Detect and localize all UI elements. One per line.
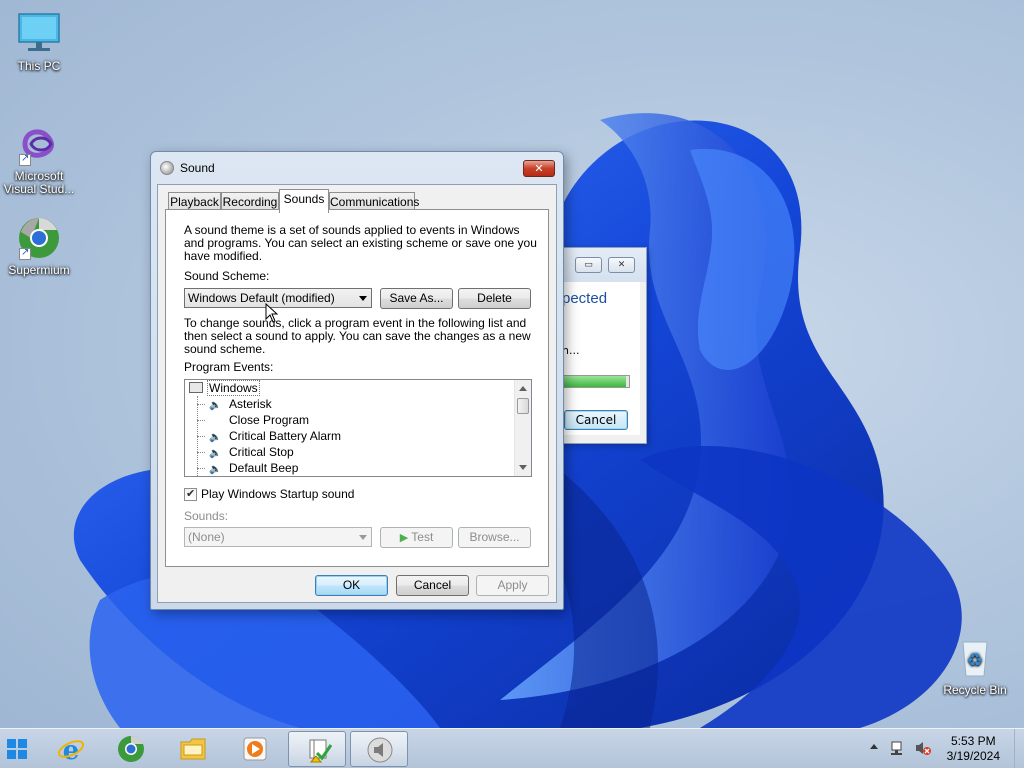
vertical-scrollbar[interactable]: [514, 380, 531, 476]
internet-explorer-icon: e: [57, 735, 85, 766]
list-item[interactable]: 🔈 Critical Battery Alarm: [209, 428, 341, 444]
shortcut-arrow-icon: [19, 152, 31, 166]
tab-sounds[interactable]: Sounds: [279, 189, 329, 213]
action-center-flag-icon: [304, 736, 333, 764]
clock-time: 5:53 PM: [950, 734, 996, 748]
window-group-icon: [189, 382, 203, 393]
window-heading: pected: [562, 290, 608, 307]
sounds-tab-panel: A sound theme is a set of sounds applied…: [165, 209, 549, 567]
svg-text:e: e: [63, 736, 80, 763]
taskbar-file-explorer[interactable]: [164, 731, 222, 767]
program-events-list[interactable]: Windows 🔈 Asterisk Close Program 🔈 Critica…: [184, 379, 532, 477]
list-item[interactable]: Close Program: [229, 412, 309, 428]
close-icon[interactable]: ✕: [608, 257, 635, 273]
scroll-up-icon[interactable]: [519, 386, 527, 391]
taskbar-media-player[interactable]: [226, 731, 284, 767]
monitor-icon: [17, 12, 61, 56]
list-item[interactable]: 🔈 Default Beep: [209, 460, 298, 476]
desktop-icon-label: Microsoft Visual Stud...: [3, 169, 75, 196]
startup-sound-checkbox[interactable]: [184, 487, 197, 501]
media-player-icon: [241, 735, 269, 763]
instructions-line-3: sound scheme.: [184, 342, 266, 356]
speaker-icon: 🔈: [209, 464, 222, 475]
speaker-icon: [366, 736, 394, 764]
tree-connector: [197, 420, 205, 421]
cancel-button[interactable]: Cancel: [564, 410, 628, 430]
shortcut-arrow-icon: [19, 246, 31, 260]
show-desktop-button[interactable]: [1014, 729, 1024, 768]
chevron-down-icon: [359, 296, 367, 301]
ok-button[interactable]: OK: [315, 575, 388, 596]
dialog-body: Playback Recording Sounds Communications…: [157, 184, 557, 603]
restore-icon[interactable]: ▭: [575, 257, 602, 273]
desktop-icon-label: Recycle Bin: [943, 683, 1007, 697]
background-progress-window[interactable]: ▭ ✕ pected n... Cancel: [556, 247, 647, 444]
scroll-down-icon[interactable]: [519, 465, 527, 470]
save-as-button[interactable]: Save As...: [380, 288, 453, 309]
tree-connector: [197, 404, 205, 405]
sound-scheme-value: Windows Default (modified): [188, 291, 335, 305]
desktop-icon-recycle-bin[interactable]: ♻ Recycle Bin: [936, 636, 1014, 697]
taskbar-clock[interactable]: 5:53 PM 3/19/2024: [947, 734, 1000, 764]
sound-dialog: Sound ✕ Playback Recording Sounds Commun…: [150, 151, 564, 610]
apply-button[interactable]: Apply: [476, 575, 549, 596]
volume-muted-icon[interactable]: [914, 740, 932, 756]
taskbar-sound[interactable]: [350, 731, 408, 767]
chevron-down-icon: [359, 535, 367, 540]
mouse-cursor: [265, 302, 279, 326]
visual-studio-icon: [17, 122, 61, 166]
browse-button[interactable]: Browse...: [458, 527, 531, 548]
desktop-icon-visual-studio[interactable]: Microsoft Visual Stud...: [0, 122, 78, 196]
sound-scheme-label: Sound Scheme:: [184, 269, 270, 283]
taskbar: e 5:53 PM 3/19/2024: [0, 728, 1024, 768]
start-button[interactable]: [0, 731, 36, 767]
file-explorer-icon: [179, 735, 207, 763]
start-windows-icon: [6, 738, 28, 760]
sounds-select[interactable]: (None): [184, 527, 372, 547]
speaker-icon: 🔈: [209, 400, 222, 411]
program-events-label: Program Events:: [184, 360, 274, 374]
list-item[interactable]: 🔈 Critical Stop: [209, 444, 294, 460]
delete-button[interactable]: Delete: [458, 288, 531, 309]
desktop-icon-supermium[interactable]: Supermium: [0, 216, 78, 277]
desktop-icon-this-pc[interactable]: This PC: [0, 12, 78, 73]
taskbar-supermium[interactable]: [102, 731, 160, 767]
status-text: n...: [562, 344, 580, 357]
taskbar-internet-explorer[interactable]: e: [42, 731, 100, 767]
startup-sound-label[interactable]: Play Windows Startup sound: [201, 488, 354, 501]
close-button[interactable]: ✕: [523, 160, 555, 177]
list-item[interactable]: 🔈 Asterisk: [209, 396, 272, 412]
dialog-title: Sound: [180, 161, 215, 175]
supermium-browser-icon: [17, 216, 61, 260]
sounds-value: (None): [188, 530, 225, 544]
test-button[interactable]: ▶ Test: [380, 527, 453, 548]
sounds-label: Sounds:: [184, 509, 229, 523]
chevron-up-icon[interactable]: [870, 744, 878, 749]
intro-line-3: have modified.: [184, 249, 263, 263]
list-group-windows[interactable]: Windows: [189, 380, 260, 396]
taskbar-action-center[interactable]: [288, 731, 346, 767]
svg-text:♻: ♻: [967, 650, 983, 671]
supermium-browser-icon: [117, 735, 145, 763]
cancel-button[interactable]: Cancel: [396, 575, 469, 596]
tree-connector: [197, 468, 205, 469]
play-icon: ▶: [399, 532, 409, 544]
clock-date: 3/19/2024: [946, 749, 1000, 763]
dialog-titlebar[interactable]: Sound ✕: [151, 152, 563, 184]
recycle-bin-icon: ♻: [953, 636, 997, 680]
desktop-icon-label: Supermium: [8, 263, 70, 277]
tree-connector: [197, 452, 205, 453]
scroll-thumb[interactable]: [517, 398, 529, 414]
desktop-icon-label: This PC: [17, 59, 61, 73]
tree-connector: [197, 436, 205, 437]
speaker-icon: [160, 161, 174, 175]
network-icon[interactable]: [890, 740, 906, 756]
progress-bar: [562, 375, 630, 388]
progress-fill: [563, 376, 626, 387]
